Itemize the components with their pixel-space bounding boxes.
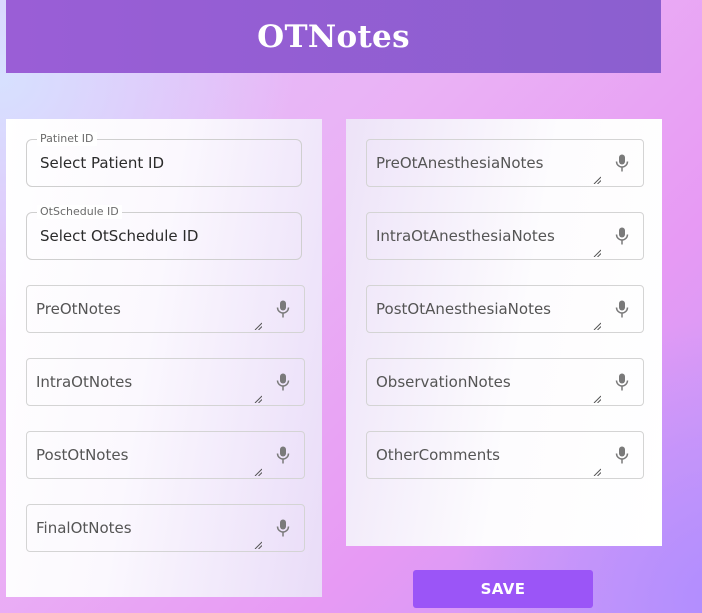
observation-notes-placeholder: ObservationNotes xyxy=(376,373,511,391)
pre-ot-notes-field[interactable]: PreOtNotes xyxy=(26,285,305,333)
pre-ot-anesthesia-notes-field[interactable]: PreOtAnesthesiaNotes xyxy=(366,139,644,187)
post-ot-notes-field[interactable]: PostOtNotes xyxy=(26,431,305,479)
pre-ot-notes-placeholder: PreOtNotes xyxy=(36,300,121,318)
microphone-icon[interactable] xyxy=(276,446,290,464)
pre-ot-anesthesia-notes-placeholder: PreOtAnesthesiaNotes xyxy=(376,154,544,172)
resize-handle-icon[interactable] xyxy=(593,249,601,257)
microphone-icon[interactable] xyxy=(276,373,290,391)
intra-ot-notes-field[interactable]: IntraOtNotes xyxy=(26,358,305,406)
post-ot-anesthesia-notes-field[interactable]: PostOtAnesthesiaNotes xyxy=(366,285,644,333)
final-ot-notes-placeholder: FinalOtNotes xyxy=(36,519,132,537)
microphone-icon[interactable] xyxy=(615,446,629,464)
other-comments-placeholder: OtherComments xyxy=(376,446,500,464)
resize-handle-icon[interactable] xyxy=(593,395,601,403)
observation-notes-field[interactable]: ObservationNotes xyxy=(366,358,644,406)
patient-id-value: Select Patient ID xyxy=(40,154,165,172)
post-ot-notes-placeholder: PostOtNotes xyxy=(36,446,129,464)
other-comments-field[interactable]: OtherComments xyxy=(366,431,644,479)
resize-handle-icon[interactable] xyxy=(254,395,262,403)
otschedule-id-select[interactable]: OtSchedule ID Select OtSchedule ID xyxy=(26,205,302,260)
intra-ot-notes-placeholder: IntraOtNotes xyxy=(36,373,133,391)
final-ot-notes-field[interactable]: FinalOtNotes xyxy=(26,504,305,552)
microphone-icon[interactable] xyxy=(615,227,629,245)
app-header: OTNotes xyxy=(6,0,661,73)
patient-id-select[interactable]: Patinet ID Select Patient ID xyxy=(26,132,302,187)
intra-ot-anesthesia-notes-field[interactable]: IntraOtAnesthesiaNotes xyxy=(366,212,644,260)
resize-handle-icon[interactable] xyxy=(254,541,262,549)
page-title: OTNotes xyxy=(257,18,410,55)
otschedule-id-value: Select OtSchedule ID xyxy=(40,227,199,245)
save-button[interactable]: SAVE xyxy=(413,570,593,608)
microphone-icon[interactable] xyxy=(615,300,629,318)
intra-ot-anesthesia-notes-placeholder: IntraOtAnesthesiaNotes xyxy=(376,227,555,245)
resize-handle-icon[interactable] xyxy=(593,176,601,184)
otschedule-id-legend: OtSchedule ID xyxy=(37,205,122,219)
microphone-icon[interactable] xyxy=(615,154,629,172)
microphone-icon[interactable] xyxy=(276,519,290,537)
resize-handle-icon[interactable] xyxy=(593,468,601,476)
microphone-icon[interactable] xyxy=(276,300,290,318)
resize-handle-icon[interactable] xyxy=(254,322,262,330)
resize-handle-icon[interactable] xyxy=(254,468,262,476)
post-ot-anesthesia-notes-placeholder: PostOtAnesthesiaNotes xyxy=(376,300,551,318)
microphone-icon[interactable] xyxy=(615,373,629,391)
resize-handle-icon[interactable] xyxy=(593,322,601,330)
patient-id-legend: Patinet ID xyxy=(37,132,97,146)
